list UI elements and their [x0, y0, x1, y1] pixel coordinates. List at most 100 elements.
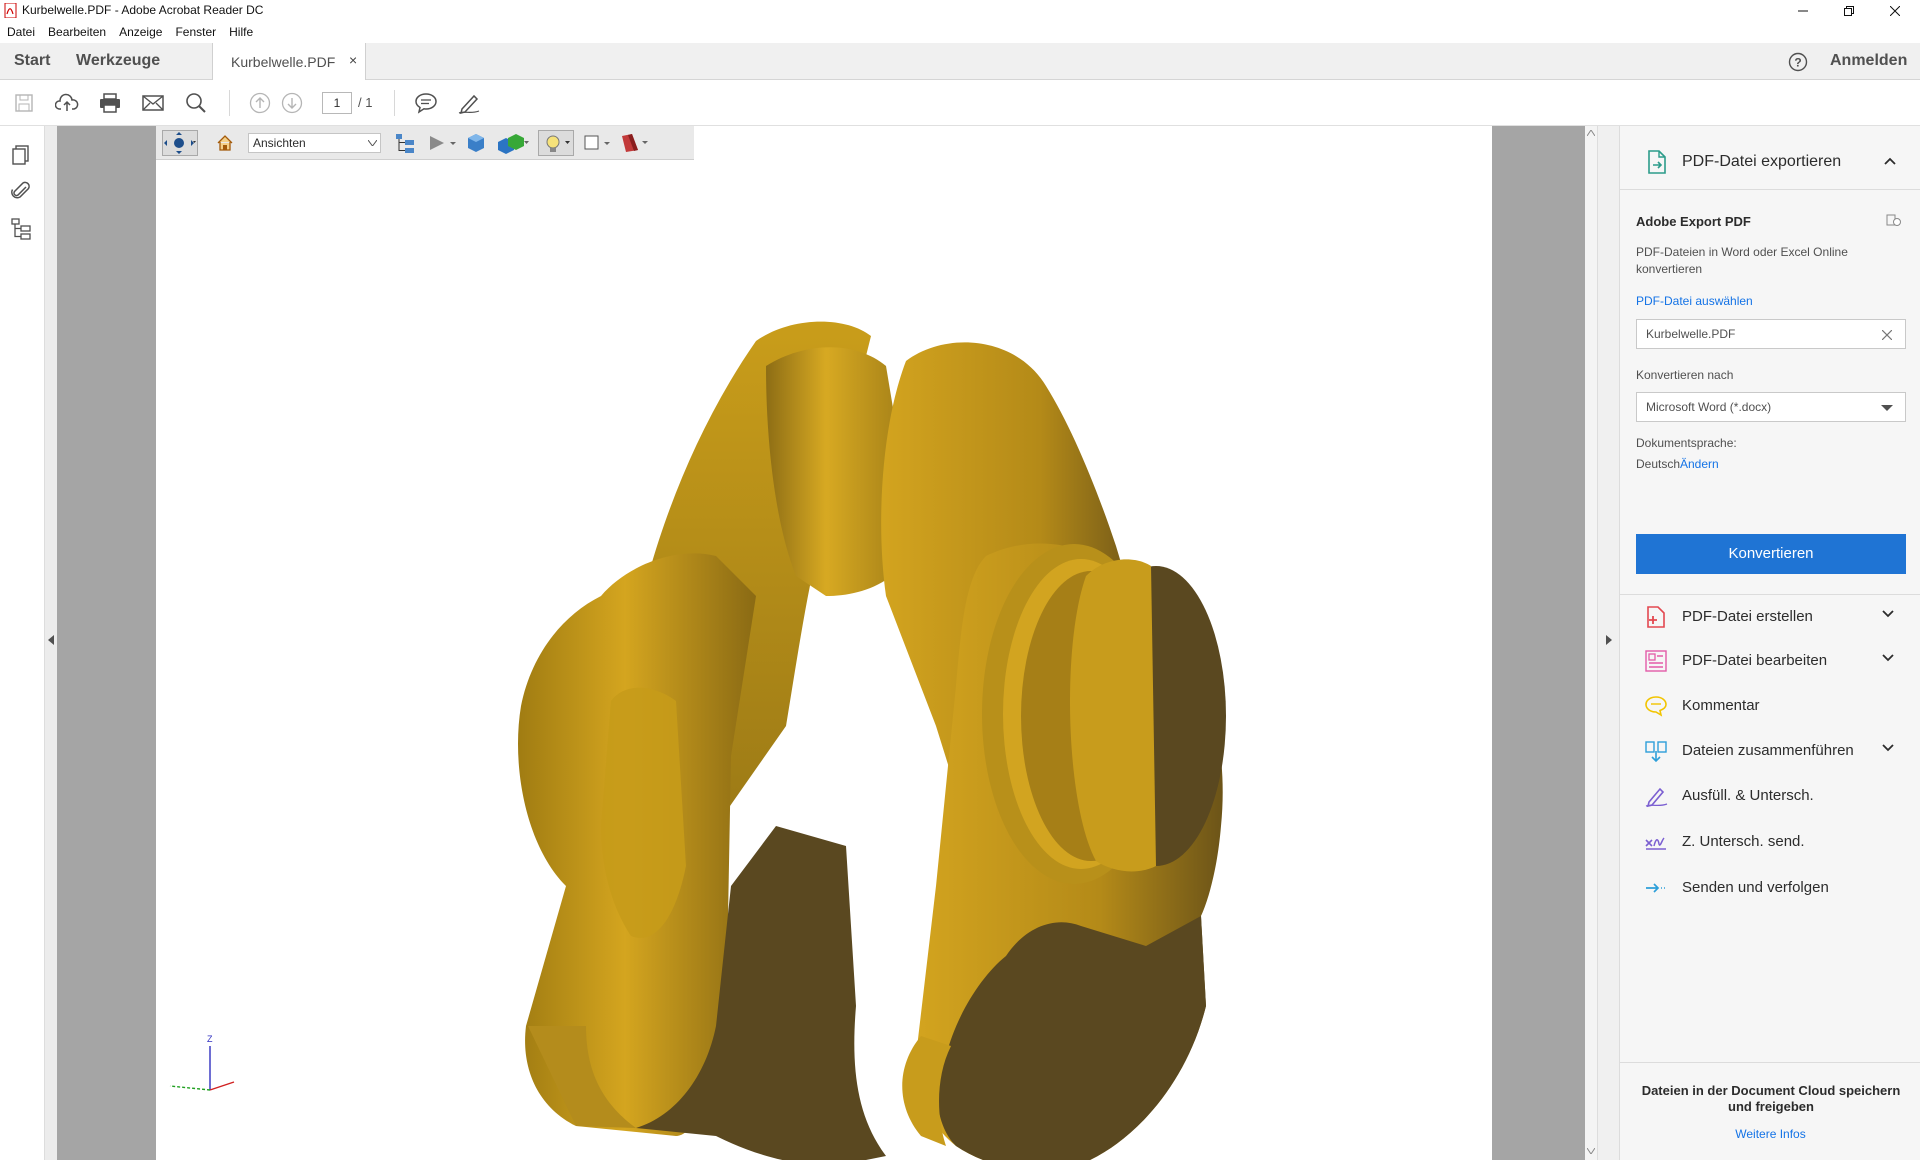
language-value: Deutsch: [1636, 457, 1681, 471]
projection-mode-icon[interactable]: [466, 132, 486, 154]
convert-to-value: Microsoft Word (*.docx): [1646, 400, 1772, 414]
crankshaft-3d-model[interactable]: [156, 126, 1492, 1160]
attachments-icon[interactable]: [10, 180, 32, 202]
window-title: Kurbelwelle.PDF - Adobe Acrobat Reader D…: [22, 3, 264, 17]
send-track-icon: [1644, 876, 1668, 900]
sign-pen-icon[interactable]: [457, 91, 481, 115]
tools-pane: PDF-Datei exportieren Adobe Export PDF P…: [1619, 126, 1920, 1160]
page-number-input[interactable]: 1: [322, 92, 352, 114]
tool-send-track[interactable]: Senden und verfolgen: [1620, 866, 1920, 910]
export-settings-icon[interactable]: [1886, 212, 1902, 228]
save-icon[interactable]: [12, 91, 36, 115]
search-icon[interactable]: [184, 91, 208, 115]
axis-triad: Z: [169, 1034, 235, 1091]
views-dropdown-label: Ansichten: [253, 136, 306, 150]
close-tab-icon[interactable]: ×: [349, 52, 357, 68]
menu-fenster[interactable]: Fenster: [168, 25, 222, 39]
chevron-down-icon[interactable]: [1882, 744, 1894, 752]
send-signature-icon: [1644, 830, 1668, 854]
menu-hilfe[interactable]: Hilfe: [222, 25, 259, 39]
tab-start[interactable]: Start: [14, 52, 50, 70]
language-label: Dokumentsprache:: [1636, 436, 1737, 450]
3d-toolbar: Ansichten: [156, 126, 694, 160]
acrobat-file-icon: [4, 3, 18, 18]
axis-z-label: Z: [207, 1034, 213, 1044]
menu-anzeige[interactable]: Anzeige: [112, 25, 168, 39]
export-description: PDF-Dateien in Word oder Excel Online ko…: [1636, 245, 1848, 276]
background-color-icon[interactable]: [584, 134, 614, 152]
change-language-link[interactable]: Ändern: [1680, 457, 1719, 471]
export-pdf-title: PDF-Datei exportieren: [1682, 153, 1842, 170]
tool-send-track-label: Senden und verfolgen: [1682, 879, 1829, 896]
menu-datei[interactable]: Datei: [0, 25, 41, 39]
tool-edit-pdf-label: PDF-Datei bearbeiten: [1682, 652, 1828, 669]
selected-file-field[interactable]: Kurbelwelle.PDF: [1636, 319, 1906, 349]
render-mode-icon[interactable]: [496, 132, 530, 154]
play-animation-icon[interactable]: [428, 134, 458, 152]
tool-comment[interactable]: Kommentar: [1620, 684, 1920, 728]
export-section-title: Adobe Export PDF: [1636, 214, 1751, 229]
toolbar-divider: [229, 90, 230, 116]
clear-file-icon[interactable]: [1882, 330, 1892, 340]
tool-send-signature[interactable]: Z. Untersch. send.: [1620, 820, 1920, 864]
tool-edit-pdf[interactable]: PDF-Datei bearbeiten: [1620, 639, 1920, 683]
tool-combine-files-label: Dateien zusammenführen: [1682, 742, 1854, 759]
more-info-link[interactable]: Weitere Infos: [1620, 1127, 1920, 1141]
tool-send-signature-label: Z. Untersch. send.: [1682, 833, 1805, 850]
print-icon[interactable]: [98, 91, 122, 115]
chevron-down-icon[interactable]: [1882, 654, 1894, 662]
left-navigation-rail: [0, 126, 45, 1160]
combine-files-icon: [1644, 739, 1668, 763]
comment-icon[interactable]: [414, 91, 438, 115]
menu-bar: Datei Bearbeiten Anzeige Fenster Hilfe: [0, 21, 1920, 43]
tab-werkzeuge[interactable]: Werkzeuge: [76, 52, 160, 70]
main-toolbar: 1 / 1: [0, 80, 1920, 126]
next-page-icon[interactable]: [280, 91, 304, 115]
email-icon[interactable]: [141, 91, 165, 115]
menu-bearbeiten[interactable]: Bearbeiten: [41, 25, 112, 39]
sign-in-button[interactable]: Anmelden: [1830, 52, 1907, 70]
tools-list: PDF-Datei erstellen PDF-Datei bearbeiten…: [1620, 594, 1920, 896]
document-cloud-footer: Dateien in der Document Cloud speichern …: [1620, 1062, 1920, 1160]
tool-create-pdf[interactable]: PDF-Datei erstellen: [1620, 595, 1920, 639]
help-icon[interactable]: ?: [1788, 52, 1808, 72]
rotate-tool-button[interactable]: [162, 130, 198, 156]
edit-pdf-icon: [1644, 649, 1668, 673]
pdf-page[interactable]: Ansichten Z: [156, 126, 1492, 1160]
select-file-link[interactable]: PDF-Datei auswählen: [1636, 294, 1753, 308]
restore-button[interactable]: [1826, 0, 1872, 21]
page-thumbnails-icon[interactable]: [10, 144, 32, 166]
home-view-icon[interactable]: [216, 134, 234, 152]
tool-comment-label: Kommentar: [1682, 697, 1760, 714]
close-window-button[interactable]: [1872, 0, 1918, 21]
tool-combine-files[interactable]: Dateien zusammenführen: [1620, 729, 1920, 773]
document-tab[interactable]: Kurbelwelle.PDF ×: [212, 43, 366, 80]
export-pdf-header[interactable]: PDF-Datei exportieren: [1620, 126, 1920, 190]
model-tree-toggle-icon[interactable]: [394, 132, 416, 154]
page-total: / 1: [358, 95, 373, 110]
convert-to-label: Konvertieren nach: [1636, 368, 1734, 382]
minimize-button[interactable]: [1780, 0, 1826, 21]
svg-text:?: ?: [1794, 56, 1801, 70]
fill-sign-icon: [1644, 784, 1668, 808]
left-pane-collapse-handle[interactable]: [45, 126, 57, 1160]
toolbar-divider: [394, 90, 395, 116]
chevron-up-icon[interactable]: [1884, 157, 1896, 165]
tool-fill-sign[interactable]: Ausfüll. & Untersch.: [1620, 774, 1920, 818]
comment-icon: [1644, 694, 1668, 718]
cross-section-icon[interactable]: [618, 132, 650, 154]
convert-to-dropdown[interactable]: Microsoft Word (*.docx): [1636, 392, 1906, 422]
tool-fill-sign-label: Ausfüll. & Untersch.: [1682, 787, 1814, 804]
chevron-down-icon[interactable]: [1882, 610, 1894, 618]
lighting-tool-button[interactable]: [538, 130, 574, 156]
document-tab-label: Kurbelwelle.PDF: [231, 54, 336, 70]
views-dropdown[interactable]: Ansichten: [248, 133, 381, 153]
previous-page-icon[interactable]: [248, 91, 272, 115]
model-tree-icon[interactable]: [10, 218, 32, 240]
right-pane-collapse-handle[interactable]: [1597, 126, 1619, 1160]
vertical-scrollbar[interactable]: [1585, 126, 1597, 1160]
tab-bar: Start Werkzeuge Kurbelwelle.PDF × ? Anme…: [0, 43, 1920, 80]
convert-button[interactable]: Konvertieren: [1636, 534, 1906, 574]
selected-file-name: Kurbelwelle.PDF: [1646, 327, 1736, 341]
cloud-upload-icon[interactable]: [55, 91, 79, 115]
